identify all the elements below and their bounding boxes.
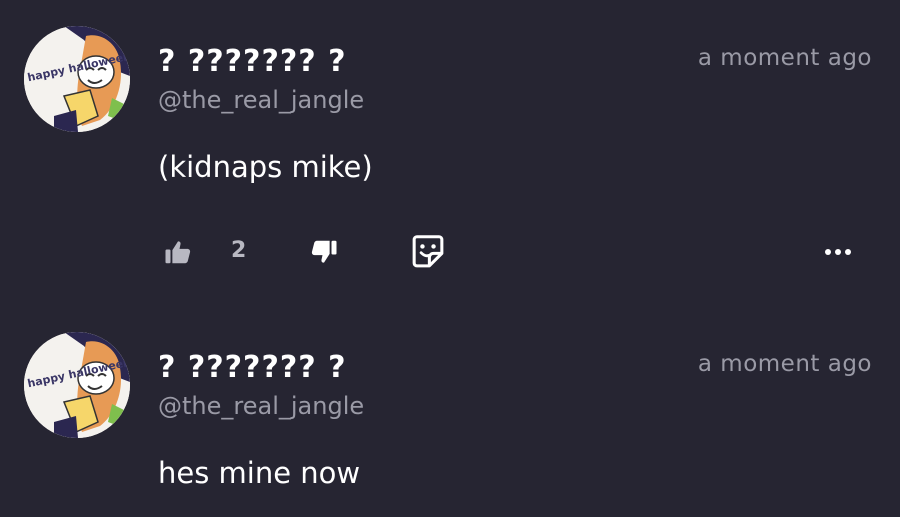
user-handle[interactable]: @the_real_jangle [158,86,364,114]
avatar-image: happy halloween [24,26,130,132]
timestamp: a moment ago [697,351,872,377]
avatar[interactable]: happy halloween [24,332,130,438]
more-options-button[interactable] [818,232,858,272]
timestamp: a moment ago [697,45,872,71]
comment-item: happy halloween ? ??????? ? @the_real_ja… [0,26,900,296]
avatar-image: happy halloween [24,332,130,438]
display-name[interactable]: ? ??????? ? [158,44,347,79]
avatar[interactable]: happy halloween [24,26,130,132]
sticker-reaction-button[interactable] [408,232,448,272]
comment-item: happy halloween ? ??????? ? @the_real_ja… [0,332,900,517]
sticker-reaction-icon [412,235,444,268]
like-button[interactable] [158,232,198,272]
comment-actions: 2 [0,232,900,272]
user-handle[interactable]: @the_real_jangle [158,392,364,420]
thumbs-down-icon [311,240,337,263]
more-options-icon [825,249,851,255]
comment-body: (kidnaps mike) [158,150,373,184]
dislike-button[interactable] [304,232,344,272]
display-name[interactable]: ? ??????? ? [158,350,347,385]
comment-body: hes mine now [158,456,361,490]
thumbs-up-icon [165,241,191,264]
like-count: 2 [231,238,247,263]
comment-feed: happy halloween ? ??????? ? @the_real_ja… [0,0,900,517]
